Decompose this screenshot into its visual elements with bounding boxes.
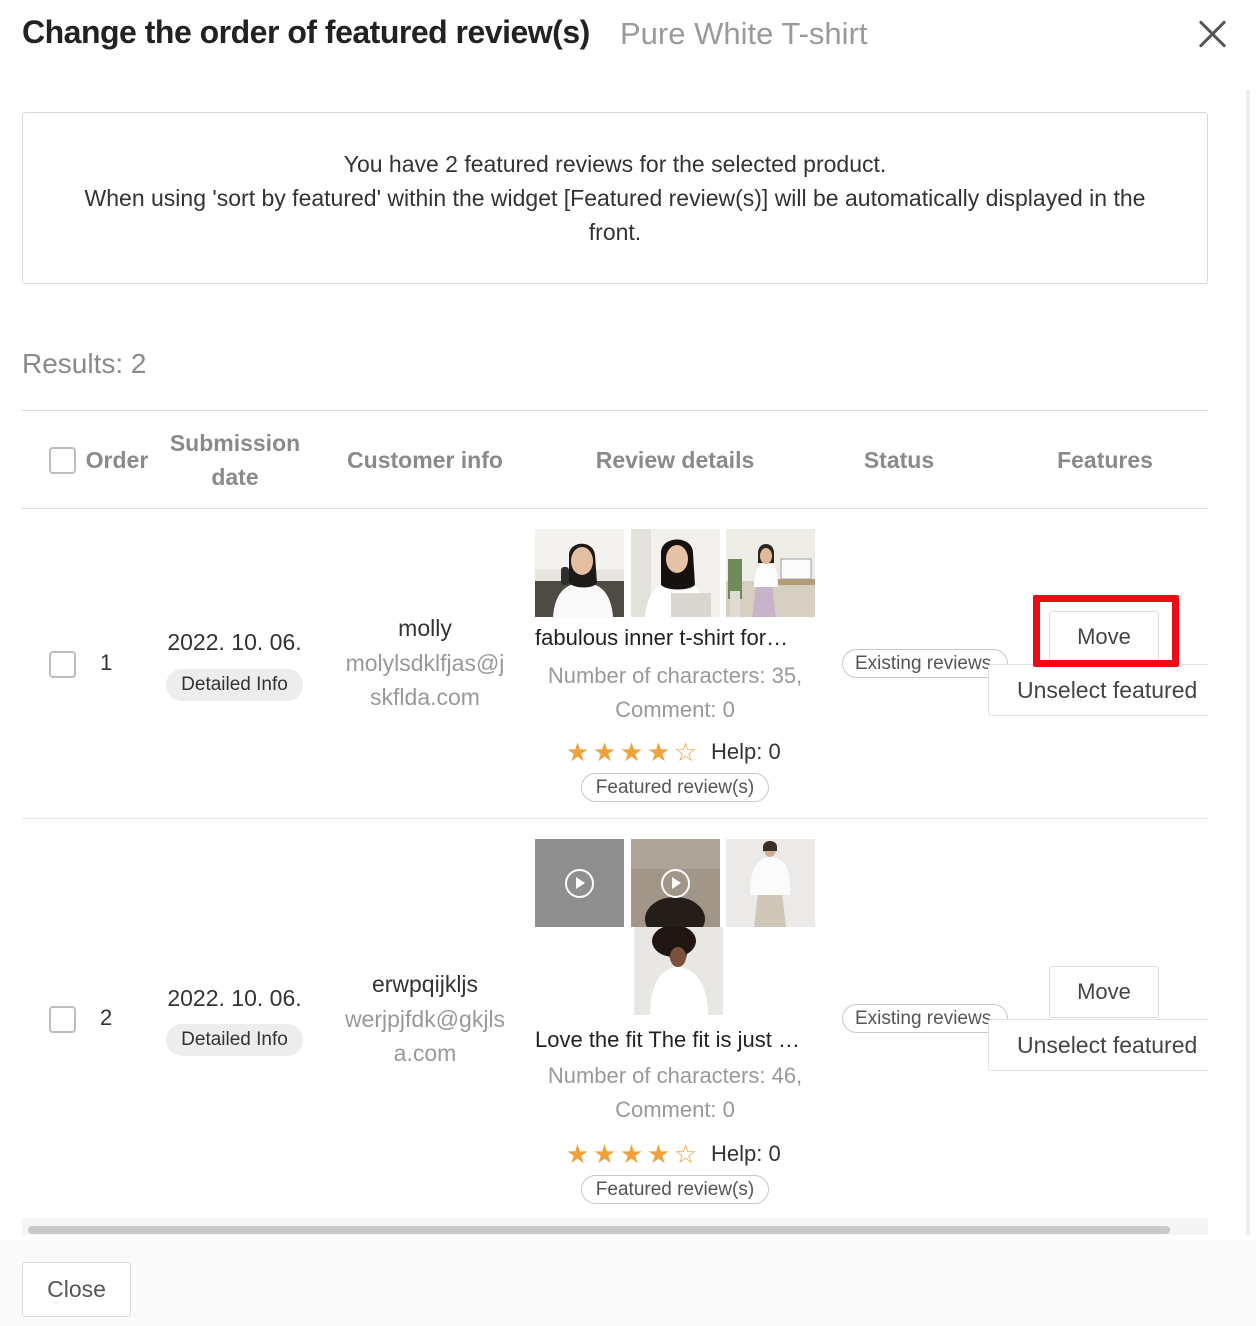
status-badge: Existing reviews	[842, 649, 1008, 678]
star-filled-icon: ★	[646, 1139, 671, 1169]
star-filled-icon: ★	[592, 737, 617, 767]
close-button[interactable]: Close	[22, 1262, 131, 1317]
review-title[interactable]: fabulous inner t-shirt for…	[535, 625, 815, 651]
star-filled-icon: ★	[592, 1139, 617, 1169]
star-filled-icon: ★	[619, 1139, 644, 1169]
play-icon	[565, 869, 594, 898]
column-customer-info: Customer info	[347, 447, 503, 473]
submission-date: 2022. 10. 06.	[167, 985, 302, 1011]
featured-review-badge: Featured review(s)	[581, 1175, 769, 1204]
review-photo-thumbnail[interactable]	[726, 839, 815, 927]
review-video-thumbnail[interactable]	[535, 839, 624, 927]
review-photo-thumbnail[interactable]	[726, 529, 815, 617]
row-order: 2	[100, 1005, 113, 1030]
move-button[interactable]: Move	[1049, 611, 1159, 663]
star-empty-icon: ☆	[673, 737, 698, 767]
review-title[interactable]: Love the fit The fit is just …	[535, 1027, 815, 1053]
row-checkbox[interactable]	[49, 651, 76, 678]
detailed-info-button[interactable]: Detailed Info	[166, 1024, 303, 1056]
row-checkbox[interactable]	[49, 1006, 76, 1033]
horizontal-scrollbar-thumb[interactable]	[28, 1226, 1170, 1234]
featured-review-badge: Featured review(s)	[581, 773, 769, 802]
table-header: Order Submission date Customer info Revi…	[22, 411, 1208, 509]
review-meta: Number of characters: 35, Comment: 0	[547, 663, 803, 722]
column-submission-date: Submission date	[169, 430, 301, 490]
help-count: Help: 0	[711, 1141, 781, 1166]
featured-reviews-table: Order Submission date Customer info Revi…	[22, 410, 1208, 1222]
row-order: 1	[100, 650, 113, 675]
star-filled-icon: ★	[619, 737, 644, 767]
column-order: Order	[85, 447, 149, 473]
star-filled-icon: ★	[565, 737, 590, 767]
status-badge: Existing reviews	[842, 1004, 1008, 1033]
modal-header: Change the order of featured review(s) P…	[0, 0, 1256, 72]
star-filled-icon: ★	[646, 737, 671, 767]
review-video-thumbnail[interactable]	[631, 839, 720, 927]
column-status: Status	[863, 447, 935, 473]
customer-name: molly	[398, 615, 452, 641]
customer-email: werjpjfdk@gkjlsa.com	[344, 1006, 506, 1066]
results-count: Results: 2	[22, 348, 147, 379]
play-icon	[661, 869, 690, 898]
notice-box: You have 2 featured reviews for the sele…	[22, 112, 1208, 284]
select-all-checkbox[interactable]	[49, 447, 76, 474]
column-review-details: Review details	[595, 447, 755, 473]
table-row: 1 2022. 10. 06. Detailed Info molly moly…	[22, 509, 1208, 819]
modal-title: Change the order of featured review(s)	[22, 14, 590, 50]
star-rating: ★ ★ ★ ★ ☆ Help: 0	[564, 738, 781, 766]
review-photo-thumbnail[interactable]	[634, 927, 723, 1015]
star-filled-icon: ★	[565, 1139, 590, 1169]
review-photo-thumbnail[interactable]	[631, 529, 720, 617]
notice-line-1: You have 2 featured reviews for the sele…	[343, 151, 887, 177]
star-empty-icon: ☆	[673, 1139, 698, 1169]
close-icon[interactable]	[1194, 16, 1230, 52]
submission-date: 2022. 10. 06.	[167, 629, 302, 655]
customer-email: molylsdklfjas@jskflda.com	[345, 650, 505, 710]
modal-footer	[0, 1240, 1256, 1326]
unselect-featured-button[interactable]: Unselect featured	[988, 1019, 1208, 1071]
vertical-scrollbar[interactable]	[1246, 90, 1250, 1235]
review-meta: Number of characters: 46, Comment: 0	[547, 1063, 803, 1122]
move-button[interactable]: Move	[1049, 966, 1159, 1018]
unselect-featured-button[interactable]: Unselect featured	[988, 664, 1208, 716]
table-row: 2 2022. 10. 06. Detailed Info erwpqijklj…	[22, 819, 1208, 1221]
column-features: Features	[1057, 447, 1153, 473]
detailed-info-button[interactable]: Detailed Info	[166, 669, 303, 701]
customer-name: erwpqijkljs	[371, 971, 479, 997]
review-photo-thumbnail[interactable]	[535, 529, 624, 617]
product-name: Pure White T-shirt	[620, 16, 868, 51]
notice-line-2: When using 'sort by featured' within the…	[84, 185, 1146, 245]
star-rating: ★ ★ ★ ★ ☆ Help: 0	[564, 1140, 781, 1168]
horizontal-scrollbar[interactable]	[22, 1218, 1208, 1235]
help-count: Help: 0	[711, 739, 781, 764]
